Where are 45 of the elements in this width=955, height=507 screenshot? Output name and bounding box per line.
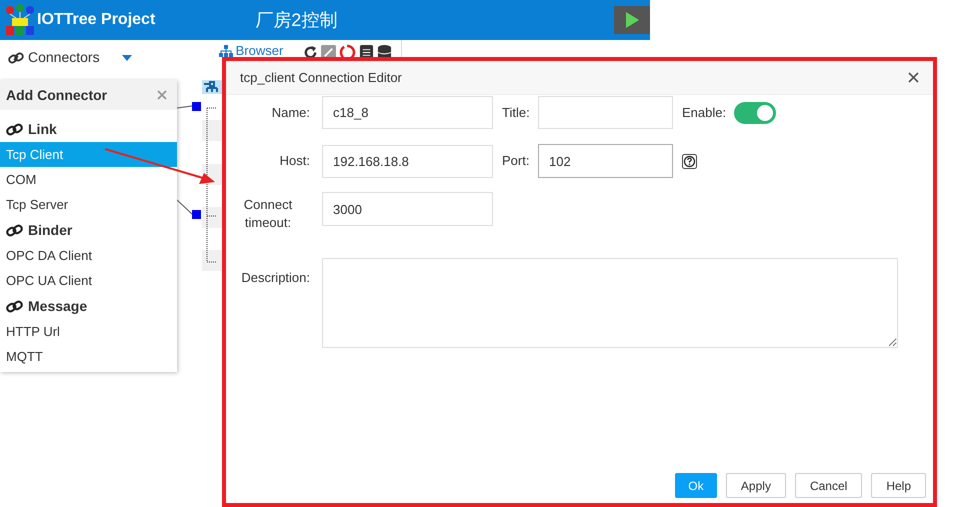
database-icon[interactable]	[377, 45, 392, 60]
project-title: 厂房2控制	[255, 8, 338, 32]
tree-icon	[218, 44, 233, 56]
field-label: Title:	[502, 104, 531, 122]
dialog-button[interactable]: Cancel	[794, 473, 862, 498]
dialog-button[interactable]: Apply	[726, 473, 786, 498]
connector-item[interactable]: HTTP Url	[0, 319, 177, 344]
refresh-icon[interactable]	[303, 45, 318, 60]
input-field[interactable]: 102	[538, 144, 673, 178]
connector-item[interactable]: MQTT	[0, 344, 177, 369]
input-field[interactable]: 192.168.18.8	[322, 144, 493, 178]
dialog-title: tcp_client Connection Editor	[240, 68, 402, 87]
link-icon	[6, 300, 23, 312]
run-button[interactable]	[614, 6, 650, 34]
link-icon	[6, 224, 23, 236]
group-heading: Binder	[28, 220, 72, 240]
dialog-button[interactable]: Help	[871, 473, 926, 498]
field-label: Description:	[240, 269, 310, 287]
connector-item[interactable]: COM	[0, 167, 177, 192]
logo-icon	[4, 4, 36, 36]
field-label: Enable:	[682, 104, 726, 122]
input-field[interactable]: c18_8	[322, 96, 493, 129]
panel-title: Add Connector	[6, 86, 108, 104]
link-icon	[6, 122, 23, 136]
input-field[interactable]: 3000	[322, 192, 493, 226]
browser-link[interactable]: Browser	[218, 40, 284, 60]
connectors-menu[interactable]: Connectors	[8, 47, 100, 68]
connector-item[interactable]: OPC DA Client	[0, 243, 177, 268]
connector-item[interactable]: OPC UA Client	[0, 268, 177, 293]
help-icon[interactable]	[682, 154, 697, 168]
connector-item[interactable]: Tcp Server	[0, 192, 177, 217]
field-label: Port:	[502, 152, 530, 170]
play-icon	[624, 11, 640, 29]
group-heading: Message	[28, 296, 88, 316]
description-field[interactable]	[322, 258, 898, 348]
close-icon[interactable]	[908, 72, 919, 83]
toggle-switch[interactable]	[734, 102, 776, 124]
field-label: Name:	[270, 104, 310, 122]
app-title: IOTTree Project	[37, 10, 156, 30]
field-label: Host:	[278, 152, 310, 170]
field-label: Connect timeout:	[242, 196, 294, 232]
group-heading: Link	[28, 120, 57, 138]
input-field[interactable]	[538, 96, 673, 129]
dropdown-caret-icon[interactable]	[122, 54, 132, 60]
link-icon	[8, 52, 24, 64]
